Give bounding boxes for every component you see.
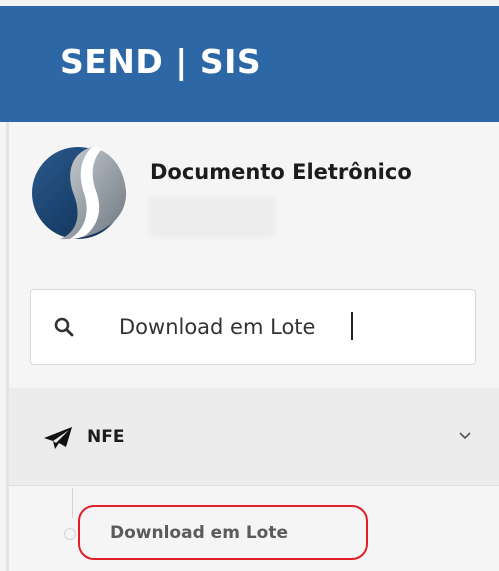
chevron-down-icon[interactable]: [457, 428, 473, 444]
search-icon: [54, 317, 74, 337]
top-header: SEND | SIS: [0, 0, 499, 122]
module-title: Documento Eletrônico: [150, 160, 412, 184]
nav-item-download-em-lote[interactable]: Download em Lote: [78, 505, 368, 560]
nav-item-label: Download em Lote: [110, 522, 288, 543]
screen: SEND | SIS Documento Eletrônico Download…: [0, 0, 499, 571]
paper-plane-icon: [44, 427, 72, 449]
tree-bullet: [64, 528, 76, 540]
search-box[interactable]: [30, 289, 476, 365]
nav-group-nfe[interactable]: NFE: [9, 388, 499, 486]
text-caret: [351, 312, 353, 340]
search-input[interactable]: [119, 308, 439, 346]
sidebar-edge: [6, 122, 9, 571]
nav-group-label: NFE: [87, 427, 125, 447]
sis-logo-icon: [32, 147, 127, 240]
brand-title: SEND | SIS: [60, 42, 262, 81]
tree-connector: [72, 488, 73, 518]
module-subtitle-blurred: [148, 196, 276, 238]
